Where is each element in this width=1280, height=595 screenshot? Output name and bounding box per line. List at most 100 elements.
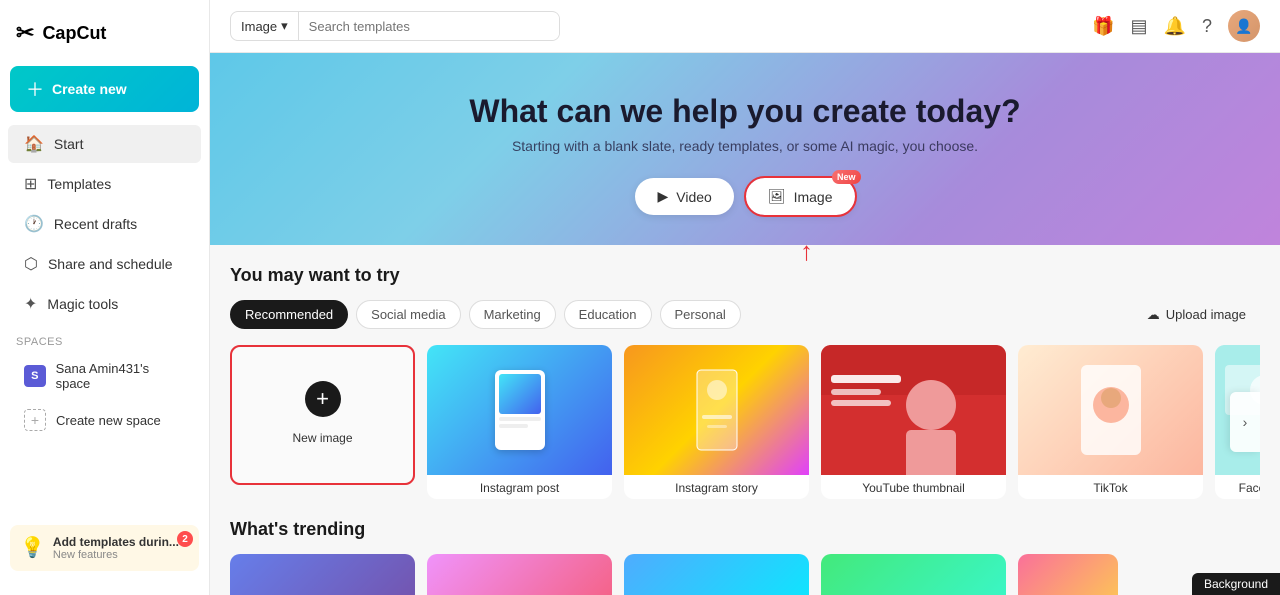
hero-subtitle: Starting with a blank slate, ready templ… [230, 138, 1260, 154]
sidebar-item-magic-tools[interactable]: ✦ Magic tools [8, 285, 201, 323]
create-new-space[interactable]: + Create new space [8, 401, 201, 439]
trending-card-background-magic[interactable]: Background magic [821, 554, 1006, 595]
chevron-down-icon: ▾ [281, 18, 288, 34]
arrow-indicator: ↑ [800, 236, 813, 267]
sidebar-item-label: Recent drafts [54, 216, 137, 232]
facebook-label: Facebook [1215, 475, 1260, 499]
tiktok-preview [1071, 360, 1151, 460]
image-button[interactable]: 🖼 Image New [746, 178, 855, 215]
home-icon: 🏠 [24, 134, 44, 154]
plus-icon: ＋ [26, 76, 44, 102]
filter-tab-education[interactable]: Education [564, 300, 652, 329]
image-label: Image [794, 189, 833, 205]
sidebar-item-label: Start [54, 136, 84, 152]
filter-tabs-left: Recommended Social media Marketing Educa… [230, 300, 741, 329]
space-name: Sana Amin431's space [56, 361, 185, 391]
instagram-post-label: Instagram post [427, 475, 612, 499]
notification-content: Add templates durin... New features [53, 535, 179, 561]
new-image-label: New image [292, 425, 352, 449]
image-icon: 🖼 [768, 188, 786, 205]
filter-tabs: Recommended Social media Marketing Educa… [230, 300, 1260, 329]
sidebar-item-recent-drafts[interactable]: 🕐 Recent drafts [8, 205, 201, 243]
new-badge: New [832, 170, 861, 184]
search-input[interactable] [299, 13, 559, 40]
trending-card-batch-edit[interactable]: Batch edit: your perfect... [230, 554, 415, 595]
sidebar-item-label: Magic tools [47, 296, 118, 312]
upload-icon: ☁ [1147, 307, 1160, 323]
new-image-arrow: ↑ [545, 345, 558, 346]
template-card-new-image[interactable]: + New image [230, 345, 415, 485]
upload-label: Upload image [1166, 307, 1246, 322]
youtube-preview [821, 345, 1006, 475]
template-card-instagram-story[interactable]: Instagram story [624, 345, 809, 499]
create-space-label: Create new space [56, 413, 161, 428]
create-new-label: Create new [52, 81, 127, 97]
tiktok-label: TikTok [1018, 475, 1203, 499]
space-avatar: S [24, 365, 46, 387]
search-type-label: Image [241, 19, 277, 34]
filter-tab-recommended[interactable]: Recommended [230, 300, 348, 329]
trending-title: What's trending [230, 519, 1260, 540]
sidebar-bottom: 💡 Add templates durin... New features 2 [0, 513, 209, 583]
clock-icon: 🕐 [24, 214, 44, 234]
magic-icon: ✦ [24, 294, 37, 314]
video-label: Video [676, 189, 712, 205]
search-type-button[interactable]: Image ▾ [231, 12, 299, 40]
template-card-youtube[interactable]: YouTube thumbnail [821, 345, 1006, 499]
share-icon: ⬡ [24, 254, 38, 274]
main-content: Image ▾ 🎁 ▤ 🔔 ? 👤 What can we help you c… [210, 0, 1280, 595]
filter-tab-personal[interactable]: Personal [660, 300, 741, 329]
space-item[interactable]: S Sana Amin431's space [8, 353, 201, 399]
content-area: You may want to try Recommended Social m… [210, 245, 1280, 595]
video-button[interactable]: ▶ Video [635, 178, 733, 215]
trending-card-ai-more[interactable]: AI mo... fast... [1018, 554, 1118, 595]
logo-text: CapCut [42, 23, 106, 44]
topbar-icons: 🎁 ▤ 🔔 ? 👤 [1092, 10, 1260, 42]
trending-card-text-to-design[interactable]: Text to design: create now... [624, 554, 809, 595]
plus-circle-icon: + [24, 409, 46, 431]
bell-icon[interactable]: 🔔 [1164, 16, 1186, 37]
sidebar-item-label: Share and schedule [48, 256, 173, 272]
filter-tab-social[interactable]: Social media [356, 300, 460, 329]
topbar: Image ▾ 🎁 ▤ 🔔 ? 👤 [210, 0, 1280, 53]
hero-banner: What can we help you create today? Start… [210, 53, 1280, 245]
grid-icon: ⊞ [24, 174, 37, 194]
logo-icon: ✂ [16, 20, 34, 46]
you-may-want-title: You may want to try [230, 265, 1260, 286]
instagram-post-preview [495, 370, 545, 450]
notification-icon: 💡 [20, 535, 45, 560]
upload-image-button[interactable]: ☁ Upload image [1133, 301, 1260, 329]
template-card-instagram-post[interactable]: Instagram post [427, 345, 612, 499]
sidebar-item-start[interactable]: 🏠 Start [8, 125, 201, 163]
hero-title: What can we help you create today? [230, 93, 1260, 130]
logo: ✂ CapCut [0, 12, 209, 62]
menu-icon[interactable]: ▤ [1131, 16, 1148, 37]
sidebar: ✂ CapCut ＋ Create new 🏠 Start ⊞ Template… [0, 0, 210, 595]
help-icon[interactable]: ? [1202, 16, 1212, 37]
spaces-label: Spaces [0, 324, 209, 352]
instagram-story-preview [692, 365, 742, 455]
sidebar-item-templates[interactable]: ⊞ Templates [8, 165, 201, 203]
filter-tab-marketing[interactable]: Marketing [469, 300, 556, 329]
trending-grid: Batch edit: your perfect... Text to imag… [230, 554, 1260, 595]
trending-card-text-to-image[interactable]: Text to image: paint with your... [427, 554, 612, 595]
search-bar: Image ▾ [230, 11, 560, 41]
gift-icon[interactable]: 🎁 [1092, 16, 1114, 37]
sidebar-item-label: Templates [47, 176, 111, 192]
instagram-story-label: Instagram story [624, 475, 809, 499]
new-image-plus-icon: + [305, 381, 341, 417]
notification-title: Add templates durin... [53, 535, 179, 549]
sidebar-item-share-schedule[interactable]: ⬡ Share and schedule [8, 245, 201, 283]
video-icon: ▶ [657, 188, 668, 205]
hero-buttons: ▶ Video 🖼 Image New [230, 178, 1260, 215]
carousel-next-button[interactable]: › [1230, 392, 1260, 452]
youtube-label: YouTube thumbnail [821, 475, 1006, 499]
bottom-background-tag: Background [1192, 573, 1280, 595]
notification-card[interactable]: 💡 Add templates durin... New features 2 [10, 525, 199, 571]
notification-subtitle: New features [53, 549, 179, 561]
template-card-tiktok[interactable]: TikTok [1018, 345, 1203, 499]
avatar[interactable]: 👤 [1228, 10, 1260, 42]
template-grid: ↑ + New image Instagram post [230, 345, 1260, 499]
create-new-button[interactable]: ＋ Create new [10, 66, 199, 112]
notification-badge: 2 [177, 531, 193, 547]
